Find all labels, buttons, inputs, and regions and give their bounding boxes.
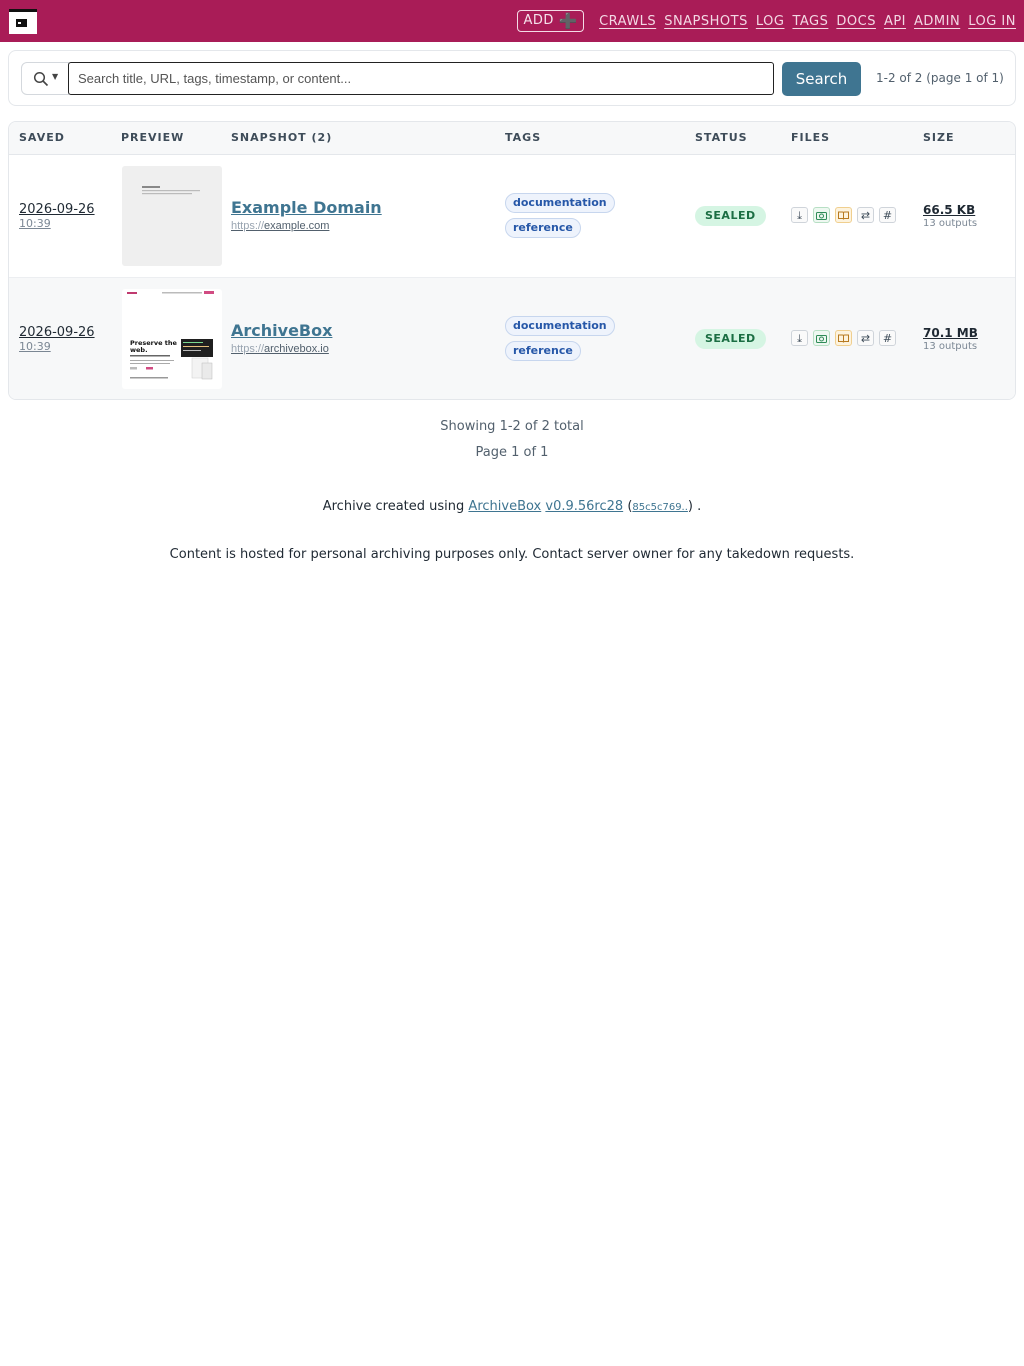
preview-heading-2: web. bbox=[130, 346, 148, 354]
outputs-count: 13 outputs bbox=[923, 341, 978, 352]
add-button[interactable]: ADD ➕ bbox=[517, 10, 585, 32]
search-input[interactable] bbox=[68, 62, 774, 95]
tag-reference[interactable]: reference bbox=[505, 341, 581, 361]
snapshot-size[interactable]: 70.1 MB bbox=[923, 326, 978, 340]
hosting-notice: Content is hosted for personal archiving… bbox=[169, 547, 855, 562]
table-header: SAVED PREVIEW SNAPSHOT (2) TAGS STATUS F… bbox=[9, 122, 1015, 155]
col-tags: TAGS bbox=[505, 131, 542, 144]
url-host: example.com bbox=[264, 220, 330, 232]
tag-reference[interactable]: reference bbox=[505, 218, 581, 238]
hash-icon[interactable]: # bbox=[879, 207, 896, 223]
search-mode-dropdown[interactable]: ▼ bbox=[21, 62, 69, 95]
table-row: 2026-09-26 10:39 Example Domain https://… bbox=[9, 155, 1015, 278]
result-count: 1-2 of 2 (page 1 of 1) bbox=[876, 71, 1004, 85]
nav-crawls[interactable]: CRAWLS bbox=[599, 14, 656, 29]
saved-date[interactable]: 2026-09-26 bbox=[19, 325, 95, 340]
status-badge: SEALED bbox=[695, 329, 766, 349]
arrows-swap-icon[interactable]: ⇄ bbox=[857, 330, 874, 346]
download-icon[interactable]: ⤓ bbox=[791, 207, 808, 223]
url-scheme: https:// bbox=[231, 220, 265, 232]
archive-box-icon[interactable] bbox=[9, 9, 37, 34]
snapshot-table: SAVED PREVIEW SNAPSHOT (2) TAGS STATUS F… bbox=[8, 121, 1016, 400]
col-preview: PREVIEW bbox=[121, 131, 185, 144]
preview-thumbnail[interactable]: Preserve the web. bbox=[122, 289, 222, 389]
col-size[interactable]: SIZE bbox=[923, 131, 955, 144]
page-indicator: Page 1 of 1 bbox=[475, 445, 549, 460]
file-icons: ⤓ ⇄ # bbox=[791, 330, 901, 346]
chevron-down-icon: ▼ bbox=[52, 72, 59, 81]
status-badge: SEALED bbox=[695, 206, 766, 226]
snapshot-url[interactable]: https://archivebox.io bbox=[231, 343, 329, 355]
snapshot-url[interactable]: https://example.com bbox=[231, 220, 329, 232]
camera-icon[interactable] bbox=[813, 330, 830, 346]
hash-icon[interactable]: # bbox=[879, 330, 896, 346]
close-paren: ) . bbox=[687, 499, 702, 514]
add-label: ADD bbox=[523, 13, 554, 28]
saved-time[interactable]: 10:39 bbox=[19, 340, 51, 353]
nav-admin[interactable]: ADMIN bbox=[914, 14, 960, 29]
col-snapshot[interactable]: SNAPSHOT (2) bbox=[231, 131, 332, 144]
file-icons: ⤓ ⇄ # bbox=[791, 207, 901, 223]
nav-snapshots[interactable]: SNAPSHOTS bbox=[664, 14, 748, 29]
nav-login[interactable]: LOG IN bbox=[968, 14, 1016, 29]
table-row: 2026-09-26 10:39 Preserve the web. Archi… bbox=[9, 278, 1015, 399]
search-button[interactable]: Search bbox=[782, 62, 861, 96]
showing-total: Showing 1-2 of 2 total bbox=[440, 419, 584, 434]
snapshot-title[interactable]: ArchiveBox bbox=[231, 321, 332, 340]
download-icon[interactable]: ⤓ bbox=[791, 330, 808, 346]
search-icon bbox=[33, 71, 49, 87]
snapshot-title[interactable]: Example Domain bbox=[231, 198, 382, 217]
url-scheme: https:// bbox=[231, 343, 265, 355]
nav-api[interactable]: API bbox=[884, 14, 906, 29]
credit-prefix: Archive created using bbox=[322, 499, 465, 514]
nav-log[interactable]: LOG bbox=[756, 14, 785, 29]
arrows-swap-icon[interactable]: ⇄ bbox=[857, 207, 874, 223]
book-icon[interactable] bbox=[835, 330, 852, 346]
outputs-count: 13 outputs bbox=[923, 218, 978, 229]
preview-thumbnail[interactable] bbox=[122, 166, 222, 266]
saved-date[interactable]: 2026-09-26 bbox=[19, 202, 95, 217]
search-panel: ▼ Search 1-2 of 2 (page 1 of 1) bbox=[8, 50, 1016, 106]
top-navbar: ADD ➕ CRAWLS SNAPSHOTS LOG TAGS DOCS API… bbox=[0, 0, 1024, 42]
nav-menu: ADD ➕ CRAWLS SNAPSHOTS LOG TAGS DOCS API… bbox=[517, 10, 1016, 32]
snapshot-size[interactable]: 66.5 KB bbox=[923, 203, 975, 217]
tag-documentation[interactable]: documentation bbox=[505, 193, 615, 213]
col-files: FILES bbox=[791, 131, 831, 144]
nav-docs[interactable]: DOCS bbox=[836, 14, 876, 29]
col-saved[interactable]: SAVED bbox=[19, 131, 65, 144]
archive-credit: Archive created using ArchiveBox v0.9.56… bbox=[0, 499, 1024, 514]
version-link[interactable]: v0.9.56rc28 bbox=[545, 499, 623, 514]
commit-link[interactable]: 85c5c769.. bbox=[632, 502, 688, 513]
saved-time[interactable]: 10:39 bbox=[19, 217, 51, 230]
plus-icon: ➕ bbox=[558, 12, 579, 30]
url-host: archivebox.io bbox=[264, 343, 329, 355]
nav-tags[interactable]: TAGS bbox=[792, 14, 828, 29]
archivebox-link[interactable]: ArchiveBox bbox=[468, 499, 541, 514]
book-icon[interactable] bbox=[835, 207, 852, 223]
tag-documentation[interactable]: documentation bbox=[505, 316, 615, 336]
camera-icon[interactable] bbox=[813, 207, 830, 223]
col-status: STATUS bbox=[695, 131, 748, 144]
